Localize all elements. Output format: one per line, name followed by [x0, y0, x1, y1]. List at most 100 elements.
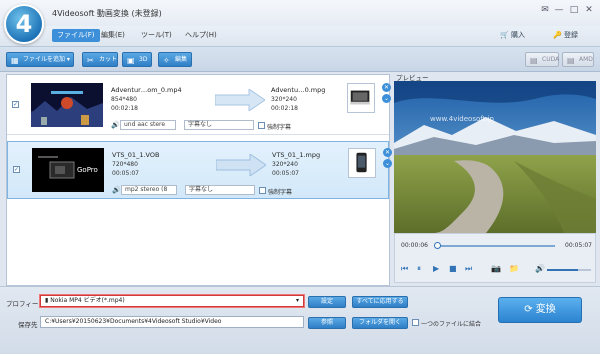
output-resolution: 320*240 [272, 161, 298, 168]
phone-icon: ▮ [45, 297, 49, 304]
add-file-button[interactable]: ▦ ファイルを追加 ▾ [6, 52, 74, 67]
profile-select[interactable]: ▮ Nokia MP4 ビデオ(*.mp4) ▾ [40, 295, 304, 307]
minimize-icon[interactable]: — [552, 4, 566, 16]
merge-label: 一つのファイルに結合 [421, 321, 482, 328]
preview-frame: www.4videosoft.jp [394, 81, 596, 233]
menu-bar: ファイル(F) 編集(E) ツール(T) ヘルプ(H) 🛒 購入 🔑 登録 [0, 26, 600, 46]
audio-track-select[interactable]: und aac stere [120, 120, 176, 130]
source-duration: 00:05:07 [112, 170, 139, 177]
open-folder-button[interactable]: フォルダを開く [352, 317, 408, 329]
file-row[interactable]: ✓ Adventur…om_0.mp4 854*480 00:02:18 Adv… [7, 77, 391, 135]
source-file-name: Adventur…om_0.mp4 [111, 86, 182, 94]
subtitle-select[interactable]: 字幕なし [184, 120, 254, 130]
chevron-down-icon[interactable]: ⌄ [382, 94, 391, 103]
cuda-button[interactable]: ▤ CUDA [525, 52, 559, 67]
force-subtitle-checkbox[interactable] [259, 187, 266, 194]
file-checkbox[interactable]: ✓ [12, 101, 19, 108]
cuda-icon: ▤ [530, 56, 538, 65]
camera-icon[interactable]: 📷 [491, 264, 501, 273]
star-icon: ✧ [163, 56, 170, 65]
chevron-down-icon[interactable]: ⌄ [383, 159, 392, 168]
amd-icon: ▤ [567, 56, 575, 65]
cut-button[interactable]: ✂ カット [82, 52, 118, 67]
browse-button[interactable]: 参照 [308, 317, 346, 329]
output-device-box[interactable] [348, 148, 376, 178]
menu-tools[interactable]: ツール(T) [136, 29, 177, 42]
output-file-name: Adventu…0.mpg [271, 86, 326, 94]
apply-all-button[interactable]: すべてに応用する [352, 296, 408, 308]
edit-label: 編集 [175, 56, 188, 63]
convert-label: 変換 [535, 304, 556, 315]
output-device-box[interactable] [347, 83, 375, 113]
play-icon[interactable]: ▶ [433, 264, 439, 273]
close-icon[interactable]: ✕ [582, 4, 596, 16]
settings-button[interactable]: 設定 [308, 296, 346, 308]
cart-icon: 🛒 [500, 31, 509, 39]
convert-arrow-icon [216, 154, 266, 176]
force-subtitle-label: 強制字幕 [267, 124, 292, 131]
maximize-icon[interactable]: □ [567, 4, 581, 16]
output-duration: 00:02:18 [271, 105, 298, 112]
amd-button[interactable]: ▤ AMD [562, 52, 594, 67]
volume-icon[interactable]: 🔊 [535, 264, 545, 273]
player-controls: 00:00:06 00:05:07 ⏮ ⏸ ▶ ■ ⏭ 📷 📁 🔊 [394, 233, 596, 283]
pause-icon[interactable]: ⏸ [417, 264, 421, 274]
close-item-icon[interactable]: ✕ [383, 148, 392, 157]
volume-level [547, 269, 578, 271]
audio-icon: 🔊 [111, 121, 120, 129]
register-button[interactable]: 🔑 登録 [553, 30, 578, 40]
file-row-selected[interactable]: ✓ GoPro VTS_01_1.VOB 720*480 00:05:07 VT… [7, 141, 392, 199]
file-list: ✓ Adventur…om_0.mp4 854*480 00:02:18 Adv… [6, 74, 392, 286]
previous-icon[interactable]: ⏮ [401, 264, 408, 274]
seek-handle[interactable] [434, 242, 442, 249]
thumbnail-caption: GoPro [77, 166, 98, 174]
refresh-icon: ⟳ [524, 304, 533, 315]
stop-icon[interactable]: ■ [449, 264, 457, 273]
force-subtitle-label: 強制字幕 [268, 189, 293, 196]
edit-button[interactable]: ✧ 編集 [158, 52, 192, 67]
buy-button[interactable]: 🛒 購入 [500, 30, 525, 40]
add-file-label: ファイルを追加 [23, 56, 66, 63]
video-thumbnail[interactable] [31, 83, 103, 127]
subtitle-select[interactable]: 字幕なし [185, 185, 255, 195]
preview-video[interactable]: www.4videosoft.jp [394, 81, 596, 233]
seek-bar[interactable] [435, 245, 555, 247]
convert-button[interactable]: ⟳ 変換 [498, 297, 582, 323]
buy-label: 購入 [510, 31, 525, 39]
video-thumbnail[interactable]: GoPro [32, 148, 104, 192]
file-checkbox[interactable]: ✓ [13, 166, 20, 173]
audio-track-select[interactable]: mp2 stereo (8 [121, 185, 177, 195]
app-title: 4Videosoft 動画変換 (未登録) [52, 9, 162, 18]
source-resolution: 720*480 [112, 161, 138, 168]
output-resolution: 320*240 [271, 96, 297, 103]
folder-icon[interactable]: 📁 [509, 264, 519, 273]
source-duration: 00:02:18 [111, 105, 138, 112]
next-icon[interactable]: ⏭ [465, 264, 472, 274]
menu-help[interactable]: ヘルプ(H) [180, 29, 222, 42]
menu-file[interactable]: ファイル(F) [52, 29, 100, 42]
menu-edit[interactable]: 編集(E) [96, 29, 130, 42]
force-subtitle-checkbox[interactable] [258, 122, 265, 129]
close-item-icon[interactable]: ✕ [382, 83, 391, 92]
save-path-label: 保存先 [18, 321, 38, 329]
title-bar: 4Videosoft 動画変換 (未登録) ✉ — □ ✕ [0, 0, 600, 26]
audio-icon: 🔊 [112, 186, 121, 194]
output-file-name: VTS_01_1.mpg [272, 151, 321, 159]
merge-checkbox[interactable] [412, 319, 419, 326]
3d-label: 3D [139, 56, 148, 63]
3d-button[interactable]: ▣ 3D [122, 52, 152, 67]
current-time: 00:00:06 [401, 242, 428, 249]
preview-watermark: www.4videosoft.jp [430, 115, 495, 123]
convert-arrow-icon [215, 89, 265, 111]
feedback-icon[interactable]: ✉ [538, 4, 552, 16]
mpeg-device-icon [350, 90, 370, 105]
volume-slider[interactable] [547, 269, 591, 271]
scissors-icon: ✂ [87, 56, 94, 65]
amd-label: AMD [579, 56, 593, 63]
output-duration: 00:05:07 [272, 170, 299, 177]
key-icon: 🔑 [553, 31, 562, 39]
phone-icon [356, 152, 367, 173]
cuda-label: CUDA [542, 56, 560, 63]
app-logo: 4 [4, 4, 44, 44]
save-path-input[interactable]: C:¥Users¥20150623¥Documents¥4Videosoft S… [40, 316, 304, 328]
